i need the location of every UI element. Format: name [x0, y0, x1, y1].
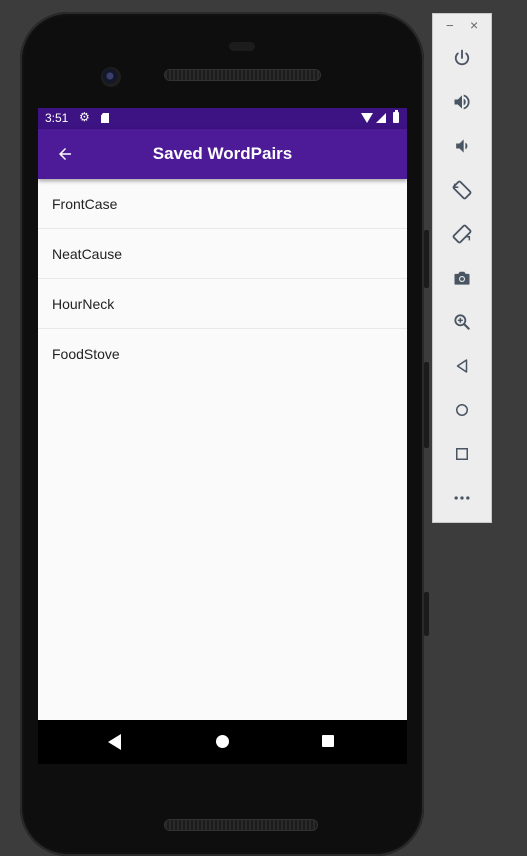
- list-item[interactable]: HourNeck: [38, 279, 407, 329]
- nav-home-icon[interactable]: [216, 735, 229, 748]
- rotate-right-button[interactable]: [447, 219, 477, 249]
- status-time: 3:51: [45, 111, 69, 125]
- power-side-button: [424, 230, 429, 288]
- top-speaker-grille: [165, 70, 320, 80]
- list-item[interactable]: NeatCause: [38, 229, 407, 279]
- zoom-button[interactable]: [447, 307, 477, 337]
- saved-wordpairs-list: FrontCase NeatCause HourNeck FoodStove: [38, 179, 407, 379]
- app-bar: Saved WordPairs: [38, 129, 407, 179]
- toolbar-window-controls: − ×: [433, 17, 491, 38]
- power-icon: [454, 49, 470, 66]
- close-button[interactable]: ×: [470, 17, 478, 33]
- list-item-label: HourNeck: [52, 295, 115, 312]
- side-button-lower: [424, 592, 429, 636]
- nav-back-icon[interactable]: [108, 734, 121, 750]
- battery-icon: [393, 110, 399, 123]
- overview-control-button[interactable]: [447, 439, 477, 469]
- arrow-back-icon: [59, 148, 71, 160]
- back-icon: [456, 359, 468, 373]
- volume-up-button[interactable]: [447, 87, 477, 117]
- nav-recents-icon[interactable]: [322, 735, 334, 747]
- wifi-icon: [361, 113, 373, 123]
- rotate-right-icon: [452, 224, 472, 244]
- screenshot-button[interactable]: [447, 263, 477, 293]
- minimize-button[interactable]: −: [446, 18, 454, 33]
- front-camera: [101, 67, 121, 87]
- home-icon: [456, 404, 468, 416]
- volume-down-button[interactable]: [447, 131, 477, 161]
- camera-icon: [454, 271, 470, 285]
- emulator-desktop: 3:51 ⚙ Saved WordPairs FrontCase NeatCau…: [0, 0, 527, 856]
- settings-gear-icon: ⚙: [79, 110, 90, 124]
- list-item[interactable]: FrontCase: [38, 179, 407, 229]
- status-bar: 3:51 ⚙: [38, 108, 407, 129]
- proximity-sensor: [229, 42, 255, 51]
- overview-icon: [456, 448, 468, 460]
- sd-card-icon: [101, 113, 109, 123]
- list-item[interactable]: FoodStove: [38, 329, 407, 379]
- rotate-left-icon: [452, 180, 472, 200]
- more-options-button[interactable]: [447, 483, 477, 513]
- page-title: Saved WordPairs: [152, 144, 293, 163]
- back-control-button[interactable]: [447, 351, 477, 381]
- volume-down-icon: [456, 139, 468, 153]
- list-item-label: NeatCause: [52, 245, 123, 262]
- phone-screen: 3:51 ⚙ Saved WordPairs FrontCase NeatCau…: [38, 108, 407, 720]
- navigation-bar: [38, 720, 407, 764]
- list-item-label: FoodStove: [52, 346, 120, 362]
- back-button[interactable]: [48, 137, 82, 171]
- volume-side-button: [424, 362, 429, 448]
- home-control-button[interactable]: [447, 395, 477, 425]
- bottom-speaker-grille: [165, 820, 317, 830]
- cell-signal-icon: [376, 113, 386, 123]
- emulator-toolbar: − ×: [432, 13, 492, 523]
- zoom-icon: [454, 314, 470, 330]
- volume-up-icon: [454, 94, 470, 110]
- list-item-label: FrontCase: [52, 195, 118, 212]
- more-icon: [454, 496, 470, 500]
- power-button[interactable]: [447, 43, 477, 73]
- rotate-left-button[interactable]: [447, 175, 477, 205]
